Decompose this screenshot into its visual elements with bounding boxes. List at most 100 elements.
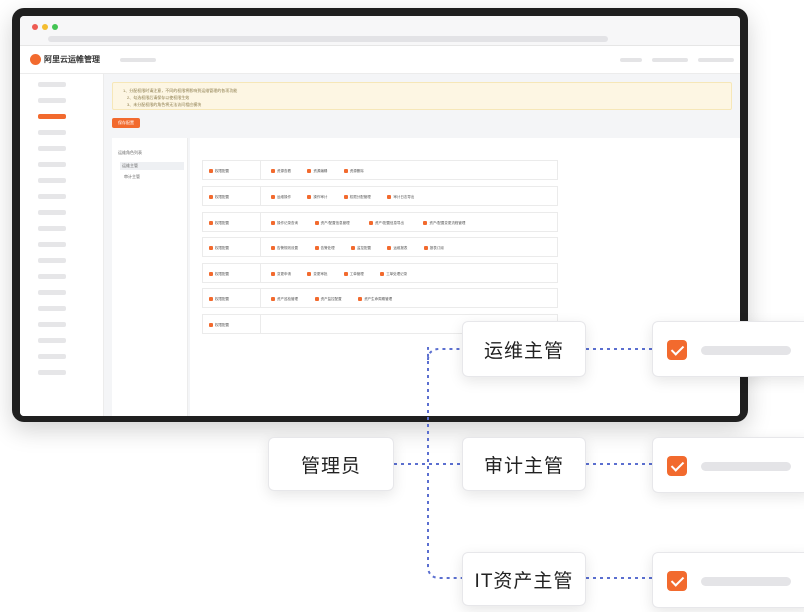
sidebar-item[interactable] xyxy=(38,98,66,103)
permission-row-head: 权限配置 xyxy=(203,315,261,333)
checkbox-checked-icon[interactable] xyxy=(271,272,275,276)
permission-item-label: 工单管理 xyxy=(349,272,364,276)
sidebar-item-active[interactable] xyxy=(38,114,66,119)
app-screen: 阿里云运帷管理 1、分配权限时请注意，不同的权限将影响到运维管理的各项功能 2、… xyxy=(20,16,740,416)
permission-item-label: 变更审批 xyxy=(313,272,328,276)
audit-manager-role-box[interactable]: 审计主管 xyxy=(462,437,586,491)
tree-node-ops[interactable]: 运维主管 xyxy=(120,162,184,170)
permission-placeholder-bar xyxy=(701,577,791,586)
checkbox-checked-icon[interactable] xyxy=(271,195,275,199)
sidebar-item[interactable] xyxy=(38,338,66,343)
notice-banner: 1、分配权限时请注意，不同的权限将影响到运维管理的各项功能 2、勾选权限后请保存… xyxy=(112,82,732,110)
sidebar-item[interactable] xyxy=(38,178,66,183)
checkbox-checked-icon[interactable] xyxy=(314,297,319,301)
checkbox-checked-icon[interactable] xyxy=(423,221,428,225)
permission-item-label: 权限分配管理 xyxy=(349,195,371,199)
permission-item-label: 告警规则设置 xyxy=(277,246,298,250)
app-header: 阿里云运帷管理 xyxy=(20,46,740,74)
sidebar-item[interactable] xyxy=(38,226,66,231)
permission-item-label: 资产巡检管理 xyxy=(277,297,298,301)
checkbox-checked-icon[interactable] xyxy=(209,169,213,173)
checkbox-checked-icon[interactable] xyxy=(314,246,319,250)
permission-group-label: 权限配置 xyxy=(215,169,229,173)
sidebar-item[interactable] xyxy=(38,354,66,359)
checkbox-checked-icon[interactable] xyxy=(209,272,213,276)
checkbox-checked-icon[interactable] xyxy=(209,195,213,199)
checkbox-checked-icon[interactable] xyxy=(209,297,213,301)
checkbox-checked-icon[interactable] xyxy=(314,221,319,225)
checkbox-checked-icon[interactable] xyxy=(209,323,213,327)
checkbox-checked-icon[interactable] xyxy=(667,456,687,476)
checkbox-checked-icon[interactable] xyxy=(307,195,312,199)
checkbox-checked-icon[interactable] xyxy=(667,571,687,591)
admin-role-box[interactable]: 管理员 xyxy=(268,437,394,491)
permission-row-head: 权限配置 xyxy=(203,238,261,256)
checkbox-checked-icon[interactable] xyxy=(307,169,312,173)
checkbox-checked-icon[interactable] xyxy=(667,340,687,360)
permission-group-label: 权限配置 xyxy=(215,272,229,276)
app-logo-text: 阿里云运帷管理 xyxy=(44,55,100,64)
sidebar-item[interactable] xyxy=(38,274,66,279)
permission-item-label: 变更申请 xyxy=(277,272,291,276)
ops-manager-role-box[interactable]: 运维主管 xyxy=(462,321,586,377)
it-asset-manager-role-box[interactable]: IT资产主管 xyxy=(462,552,586,606)
checkbox-checked-icon[interactable] xyxy=(343,195,348,199)
sidebar-item[interactable] xyxy=(38,146,66,151)
permission-row: 权限配置 变更申请 变更审批 工单管理 工单处理记录 xyxy=(202,263,558,283)
notice-line: 1、分配权限时请注意，不同的权限将影响到运维管理的各项功能 xyxy=(123,88,238,93)
address-bar[interactable] xyxy=(48,36,608,42)
browser-bar xyxy=(20,16,740,46)
permission-item-label: 工单处理记录 xyxy=(386,272,408,276)
checkbox-checked-icon[interactable] xyxy=(307,272,312,276)
permission-item-label: 资产/配置信息管理 xyxy=(320,221,350,225)
checkbox-checked-icon[interactable] xyxy=(271,297,275,301)
header-user[interactable] xyxy=(698,58,734,62)
checkbox-checked-icon[interactable] xyxy=(387,246,392,250)
checkbox-checked-icon[interactable] xyxy=(271,246,275,250)
sidebar-item[interactable] xyxy=(38,290,66,295)
sidebar-item[interactable] xyxy=(38,162,66,167)
header-menu-item[interactable] xyxy=(620,58,642,62)
permission-placeholder-bar xyxy=(701,462,791,471)
sidebar-item[interactable] xyxy=(38,194,66,199)
close-dot[interactable] xyxy=(32,24,38,30)
sidebar xyxy=(20,74,104,416)
sidebar-item[interactable] xyxy=(38,258,66,263)
checkbox-checked-icon[interactable] xyxy=(343,272,348,276)
permission-item-label: 审计日志导出 xyxy=(393,195,415,199)
checkbox-checked-icon[interactable] xyxy=(380,272,385,276)
checkbox-checked-icon[interactable] xyxy=(369,221,373,225)
sidebar-item[interactable] xyxy=(38,322,66,327)
permission-row-head: 权限配置 xyxy=(203,264,261,282)
sidebar-item[interactable] xyxy=(38,210,66,215)
checkbox-checked-icon[interactable] xyxy=(343,169,348,173)
sidebar-item[interactable] xyxy=(38,82,66,87)
permission-card-ops xyxy=(652,321,804,377)
sidebar-item[interactable] xyxy=(38,130,66,135)
checkbox-checked-icon[interactable] xyxy=(271,169,275,173)
sidebar-item[interactable] xyxy=(38,306,66,311)
tree-node-audit[interactable]: 审计主管 xyxy=(124,174,140,180)
checkbox-checked-icon[interactable] xyxy=(351,246,355,250)
sidebar-item[interactable] xyxy=(38,242,66,247)
checkbox-checked-icon[interactable] xyxy=(423,246,428,250)
checkbox-checked-icon[interactable] xyxy=(358,297,363,301)
checkbox-checked-icon[interactable] xyxy=(209,246,213,250)
checkbox-checked-icon[interactable] xyxy=(387,195,392,199)
checkbox-checked-icon[interactable] xyxy=(271,221,275,225)
checkbox-checked-icon[interactable] xyxy=(209,221,213,225)
permission-placeholder-bar xyxy=(701,346,791,355)
sidebar-item[interactable] xyxy=(38,370,66,375)
save-config-button[interactable]: 保存配置 xyxy=(112,118,140,128)
permission-item-label: 资产监控配置 xyxy=(320,297,342,301)
permission-group-label: 权限配置 xyxy=(215,195,229,199)
header-menu-item[interactable] xyxy=(652,58,688,62)
permission-item-label: 资产/配置变更流程管理 xyxy=(429,221,466,225)
permission-item-label: 运维操作 xyxy=(277,195,291,199)
notice-line: 3、未分配权限的角色将无法访问相应模块 xyxy=(127,102,202,107)
tree-root[interactable]: 运维角色列表 xyxy=(118,150,142,156)
minimize-dot[interactable] xyxy=(42,24,48,30)
permission-row: 权限配置 告警规则设置 告警处理 监控配置 运维报表 报表订阅 xyxy=(202,237,558,257)
permission-item-label: 操作审计 xyxy=(313,195,328,199)
maximize-dot[interactable] xyxy=(52,24,58,30)
